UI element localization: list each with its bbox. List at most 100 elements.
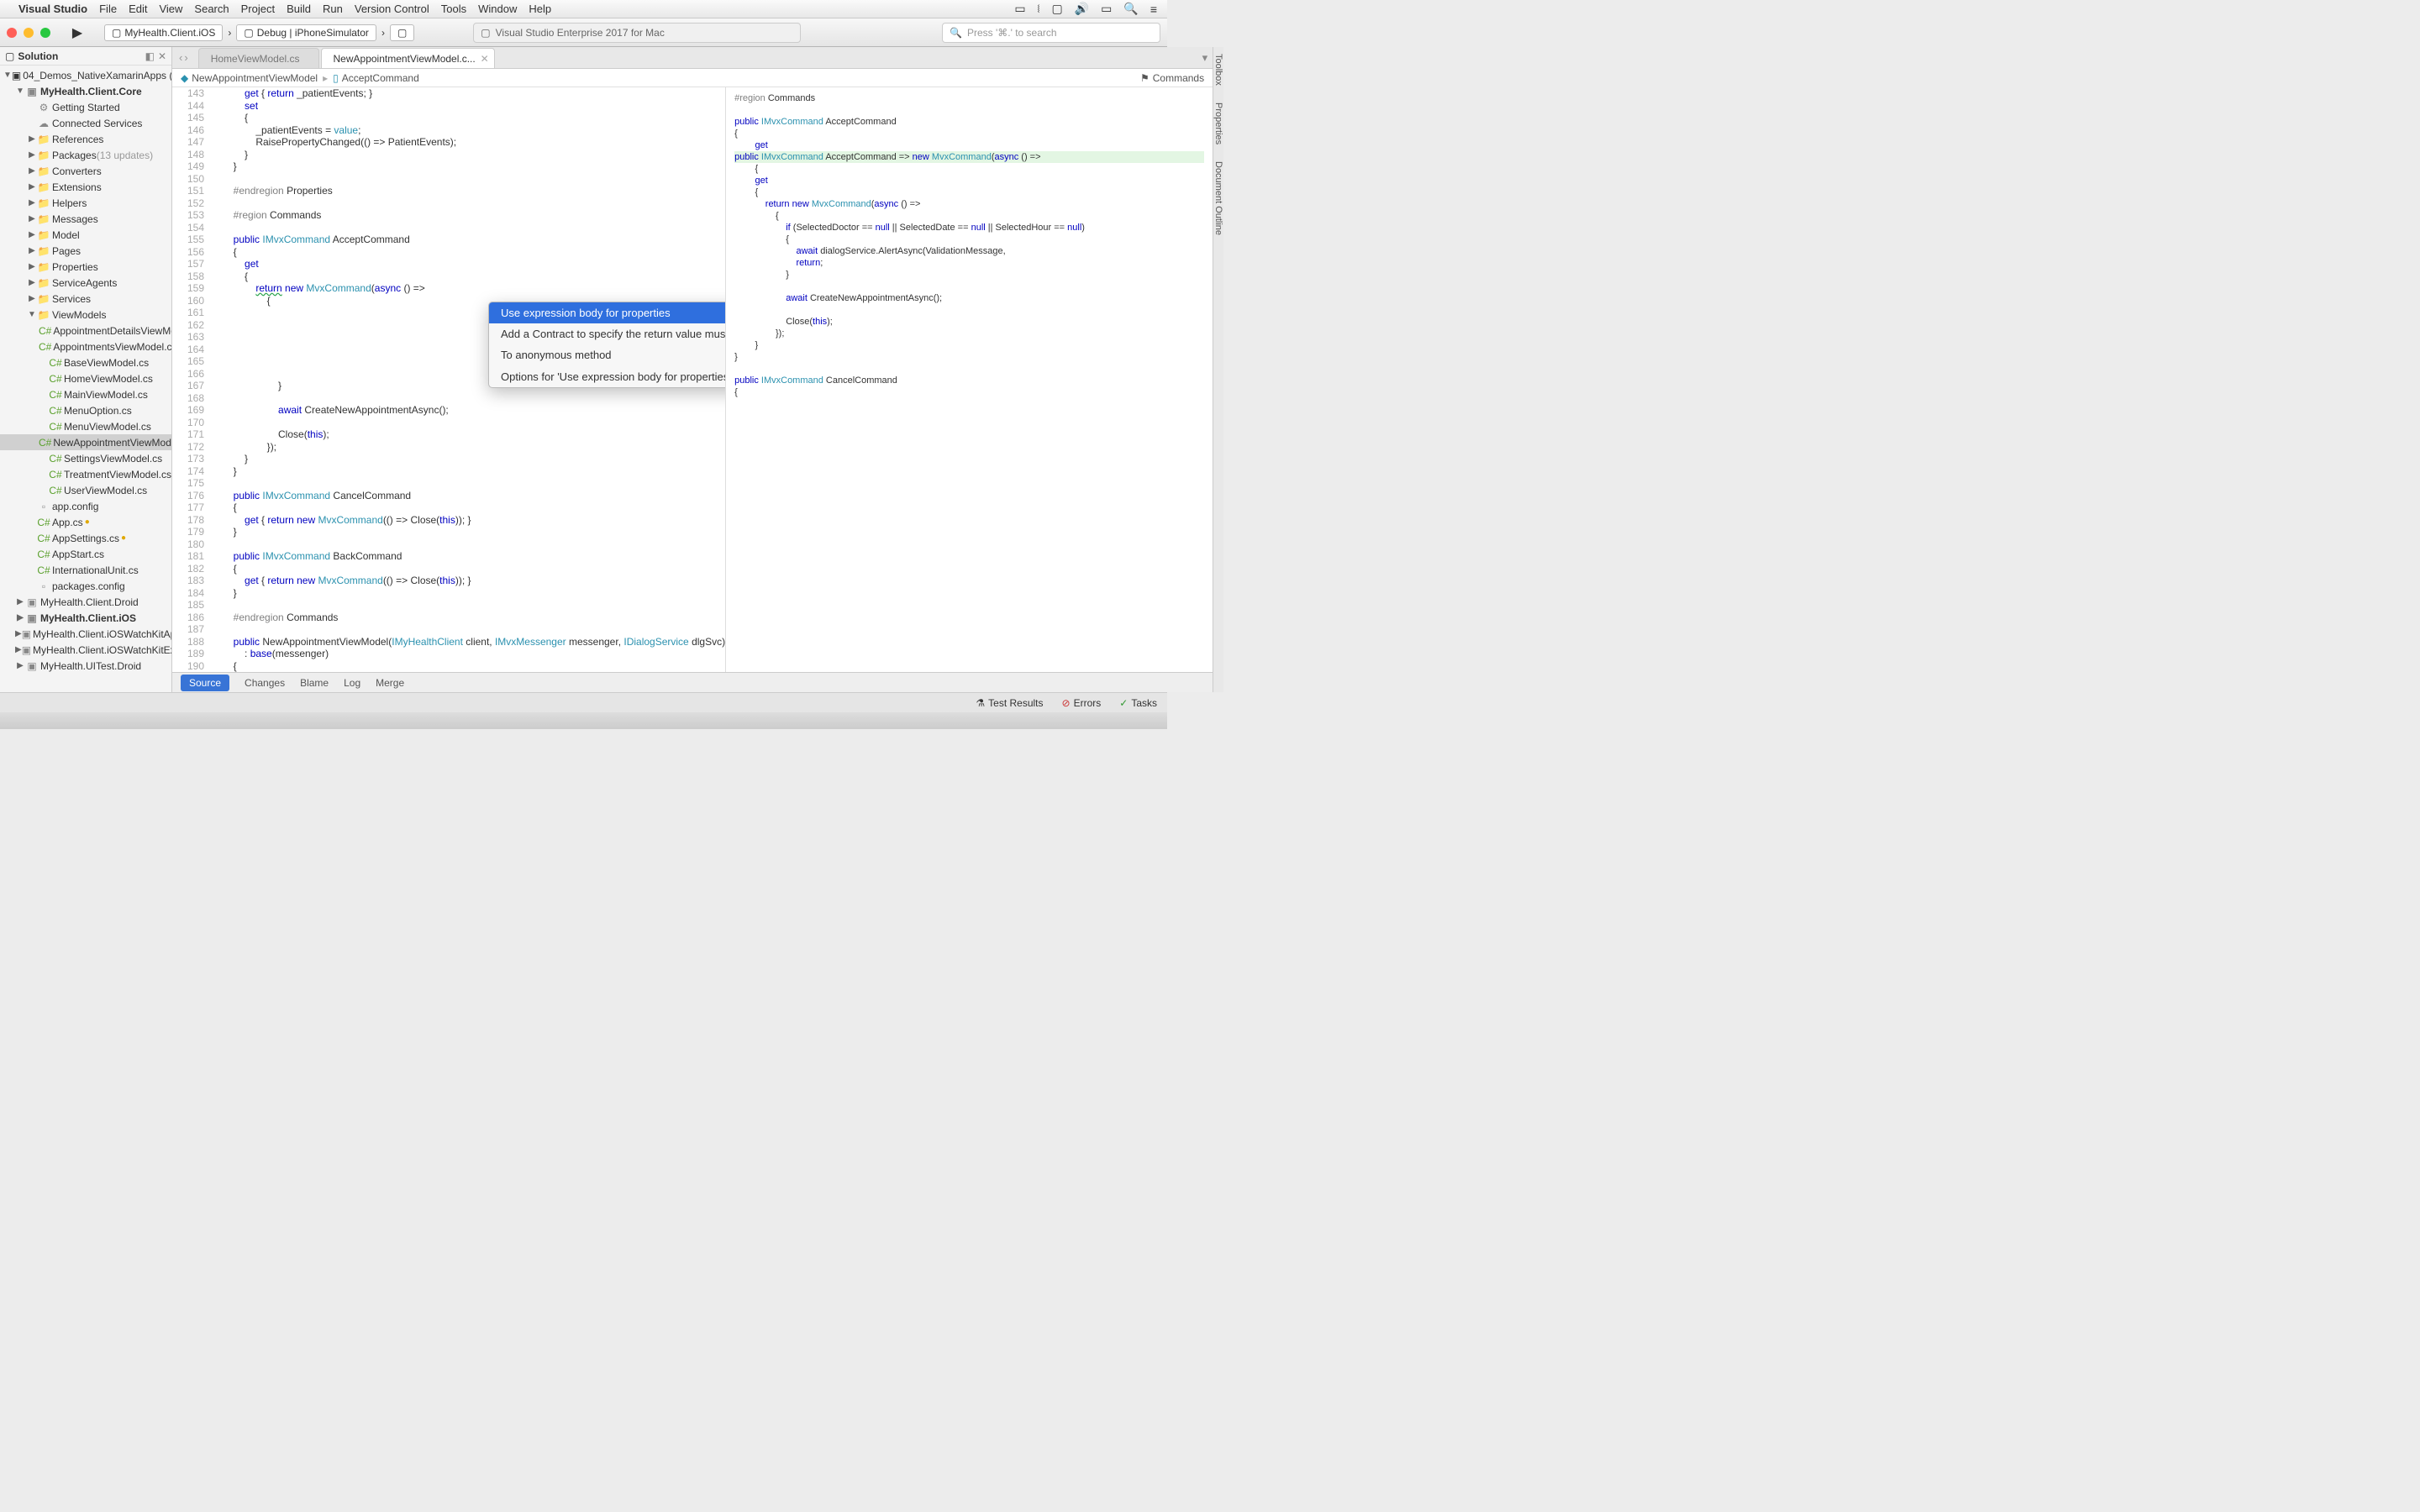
statusbar-test-results[interactable]: ⚗Test Results (976, 697, 1043, 709)
code-line[interactable]: _patientEvents = value; (211, 124, 725, 137)
code-line[interactable]: : base(messenger) (211, 648, 725, 660)
code-line[interactable]: Close(this); (211, 428, 725, 441)
disclosure-icon[interactable]: ▶ (15, 613, 25, 622)
properties-tab[interactable]: Properties (1213, 102, 1223, 144)
tree-item[interactable]: C#BaseViewModel.cs (0, 354, 171, 370)
menu-tools[interactable]: Tools (441, 3, 466, 15)
tree-item[interactable]: ▶▣MyHealth.Client.Droid (0, 594, 171, 610)
code-line[interactable] (211, 173, 725, 186)
code-line[interactable] (211, 392, 725, 405)
code-line[interactable]: public IMvxCommand AcceptCommand (211, 234, 725, 246)
disclosure-icon[interactable]: ▶ (27, 166, 37, 176)
tree-item[interactable]: C#App.cs● (0, 514, 171, 530)
code-line[interactable]: get { return _patientEvents; } (211, 87, 725, 100)
menu-window[interactable]: Window (478, 3, 517, 15)
tree-item[interactable]: C#AppStart.cs (0, 546, 171, 562)
run-target-project[interactable]: ▢ MyHealth.Client.iOS (104, 24, 223, 41)
code-line[interactable]: #endregion Commands (211, 612, 725, 624)
volume-icon[interactable]: 🔊 (1075, 2, 1089, 16)
bottom-tab-blame[interactable]: Blame (300, 677, 329, 689)
tree-item[interactable]: ▶▣MyHealth.UITest.Droid (0, 658, 171, 674)
code-line[interactable]: #region Commands (211, 209, 725, 222)
breadcrumb-class[interactable]: NewAppointmentViewModel (192, 72, 318, 84)
code-line[interactable]: { (211, 660, 725, 673)
tree-item[interactable]: C#NewAppointmentViewModel.... (0, 434, 171, 450)
tree-item[interactable]: C#UserViewModel.cs (0, 482, 171, 498)
minimize-window-button[interactable] (24, 28, 34, 38)
disclosure-icon[interactable]: ▶ (27, 150, 37, 160)
tree-item[interactable]: ▶▣MyHealth.Client.iOS (0, 610, 171, 626)
code-line[interactable]: }); (211, 441, 725, 454)
code-line[interactable] (211, 417, 725, 429)
tree-item[interactable]: ▶▣MyHealth.Client.iOSWatchKitExte (0, 642, 171, 658)
code-line[interactable]: } (211, 526, 725, 538)
disclosure-icon[interactable]: ▶ (27, 246, 37, 255)
code-line[interactable] (211, 623, 725, 636)
tree-item[interactable]: ▶📁Model (0, 227, 171, 243)
quickfix-item-expression-body[interactable]: Use expression body for properties (489, 302, 725, 323)
tree-item[interactable]: C#SettingsViewModel.cs (0, 450, 171, 466)
code-line[interactable]: } (211, 160, 725, 173)
nav-forward-button[interactable]: › (184, 51, 187, 64)
run-button[interactable]: ▶ (66, 24, 89, 42)
menu-search[interactable]: Search (194, 3, 229, 15)
menu-help[interactable]: Help (529, 3, 551, 15)
disclosure-icon[interactable]: ▶ (15, 661, 25, 670)
disclosure-icon[interactable]: ▶ (15, 597, 25, 606)
quickfix-item-options[interactable]: Options for 'Use expression body for pro… (489, 365, 725, 387)
wifi-icon[interactable]: ⧙ (1038, 2, 1040, 16)
bottom-tab-source[interactable]: Source (181, 675, 229, 691)
tree-item[interactable]: ▶📁Properties (0, 259, 171, 275)
code-line[interactable] (211, 197, 725, 210)
code-line[interactable]: public IMvxCommand CancelCommand (211, 490, 725, 502)
global-search[interactable]: 🔍 Press '⌘.' to search (942, 23, 1160, 43)
tree-item[interactable]: C#HomeViewModel.cs (0, 370, 171, 386)
code-line[interactable]: { (211, 246, 725, 259)
disclosure-icon[interactable]: ▼ (27, 310, 37, 319)
code-line[interactable]: { (211, 270, 725, 283)
close-window-button[interactable] (7, 28, 17, 38)
tree-item[interactable]: ☁Connected Services (0, 115, 171, 131)
close-tab-icon[interactable]: ✕ (481, 53, 489, 65)
code-line[interactable]: } (211, 465, 725, 478)
pad-close-icon[interactable]: ✕ (158, 50, 166, 62)
tree-item[interactable]: ⚙Getting Started (0, 99, 171, 115)
tree-item[interactable]: C#TreatmentViewModel.cs (0, 466, 171, 482)
menu-view[interactable]: View (159, 3, 182, 15)
tree-item[interactable]: C#AppSettings.cs● (0, 530, 171, 546)
code-line[interactable]: get { return new MvxCommand(() => Close(… (211, 514, 725, 527)
code-line[interactable]: RaisePropertyChanged(() => PatientEvents… (211, 136, 725, 149)
disclosure-icon[interactable]: ▶ (27, 134, 37, 144)
code-line[interactable]: get (211, 258, 725, 270)
code-line[interactable]: return new MvxCommand(async () => (211, 282, 725, 295)
document-outline-tab[interactable]: Document Outline (1213, 161, 1223, 235)
tab-overflow-icon[interactable]: ▾ (1202, 51, 1208, 65)
bottom-tab-merge[interactable]: Merge (376, 677, 404, 689)
tree-item[interactable]: C#MainViewModel.cs (0, 386, 171, 402)
tree-item[interactable]: ▶📁Helpers (0, 195, 171, 211)
disclosure-icon[interactable]: ▶ (27, 198, 37, 207)
code-line[interactable]: { (211, 501, 725, 514)
code-line[interactable] (211, 477, 725, 490)
tree-item[interactable]: ▫app.config (0, 498, 171, 514)
bottom-tab-changes[interactable]: Changes (245, 677, 285, 689)
menu-run[interactable]: Run (323, 3, 343, 15)
disclosure-icon[interactable]: ▼ (3, 71, 12, 80)
tree-item[interactable]: ▫packages.config (0, 578, 171, 594)
code-line[interactable]: public IMvxCommand BackCommand (211, 550, 725, 563)
tab-homeviewmodel[interactable]: HomeViewModel.cs (198, 48, 319, 68)
tree-item[interactable]: ▶📁Packages (13 updates) (0, 147, 171, 163)
tab-newappointmentviewmodel[interactable]: NewAppointmentViewModel.c...✕ (321, 48, 495, 68)
toolbox-tab[interactable]: Toolbox (1213, 54, 1223, 86)
code-line[interactable] (211, 222, 725, 234)
code-editor[interactable]: 1431441451461471481491501511521531541551… (172, 87, 725, 672)
disclosure-icon[interactable]: ▶ (27, 230, 37, 239)
solution-tree[interactable]: ▼ ▣ 04_Demos_NativeXamarinApps (ma... ▼▣… (0, 66, 171, 692)
pad-pin-icon[interactable]: ▢ (5, 50, 14, 62)
run-config[interactable]: ▢ Debug | iPhoneSimulator (236, 24, 376, 41)
solution-root[interactable]: ▼ ▣ 04_Demos_NativeXamarinApps (ma... (0, 67, 171, 83)
statusbar-tasks[interactable]: ✓Tasks (1119, 697, 1157, 709)
bottom-tab-log[interactable]: Log (344, 677, 360, 689)
menu-file[interactable]: File (99, 3, 117, 15)
code-line[interactable] (211, 599, 725, 612)
